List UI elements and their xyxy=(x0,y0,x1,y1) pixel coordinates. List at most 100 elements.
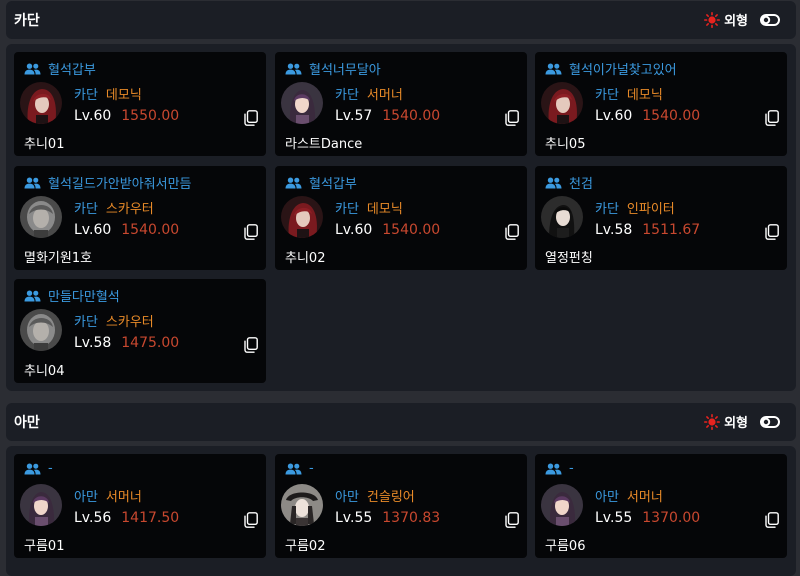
character-name: 구름01 xyxy=(24,539,65,554)
character-card[interactable]: 혈석길드가안받아줘서만듬 카단 스카우터 Lv.60 1540.00 멸화기원1호 xyxy=(14,166,266,270)
character-card[interactable]: 천검 카단 인파이터 Lv.58 1511.67 열정펀칭 xyxy=(535,166,787,270)
item-level: 1540.00 xyxy=(382,222,441,238)
section-body-aman: - 아만 서머너 Lv.56 1417.50 구름01 - 아만 건슬링어 Lv.55… xyxy=(6,446,796,576)
party-row: 혈석갑부 xyxy=(285,173,357,192)
copy-icon[interactable] xyxy=(765,512,779,528)
party-row: - xyxy=(285,461,314,476)
character-name: 추니05 xyxy=(545,137,586,152)
party-name: - xyxy=(48,461,53,476)
party-name: 만들다만혈석 xyxy=(48,290,120,305)
character-name: 구름06 xyxy=(545,539,586,554)
character-card[interactable]: - 아만 건슬링어 Lv.55 1370.83 구름02 xyxy=(275,454,527,558)
character-level: Lv.60 xyxy=(595,108,633,124)
users-icon xyxy=(285,63,302,74)
character-level: Lv.60 xyxy=(74,108,112,124)
copy-icon[interactable] xyxy=(244,224,258,240)
character-card[interactable]: 혈석갑부 카단 데모닉 Lv.60 1550.00 추니01 xyxy=(14,52,266,156)
character-name: 라스트Dance xyxy=(285,137,363,152)
character-name: 추니01 xyxy=(24,137,65,152)
class-name: 서머너 xyxy=(366,88,403,103)
party-row: 혈석갑부 xyxy=(24,59,96,78)
toggle-icon[interactable] xyxy=(760,13,780,26)
copy-icon[interactable] xyxy=(765,224,779,240)
section-title: 카단 xyxy=(14,13,40,29)
class-name: 스카우터 xyxy=(105,202,154,217)
copy-icon[interactable] xyxy=(505,110,519,126)
appearance-mode-toggle[interactable]: 외형 xyxy=(704,412,780,431)
server-name: 카단 xyxy=(595,202,619,217)
character-avatar xyxy=(20,82,62,124)
section-header-kadan: 카단 외형 xyxy=(6,1,796,39)
users-icon xyxy=(24,63,41,74)
level-row: Lv.56 1417.50 xyxy=(74,510,179,526)
copy-icon[interactable] xyxy=(244,337,258,353)
party-row: 천검 xyxy=(545,173,593,192)
character-avatar xyxy=(541,82,583,124)
character-level: Lv.56 xyxy=(74,510,112,526)
server-name: 카단 xyxy=(74,202,98,217)
level-row: Lv.60 1540.00 xyxy=(595,108,700,124)
section-title: 아만 xyxy=(14,415,40,431)
toggle-icon[interactable] xyxy=(760,415,780,428)
character-level: Lv.57 xyxy=(335,108,373,124)
character-card[interactable]: - 아만 서머너 Lv.56 1417.50 구름01 xyxy=(14,454,266,558)
server-class-row: 카단 스카우터 xyxy=(74,198,154,217)
character-name: 구름02 xyxy=(285,539,326,554)
class-name: 스카우터 xyxy=(105,315,154,330)
character-name: 열정펀칭 xyxy=(545,251,593,266)
party-name: 혈석갑부 xyxy=(309,177,357,192)
character-card[interactable]: 혈석이가널찾고있어 카단 데모닉 Lv.60 1540.00 추니05 xyxy=(535,52,787,156)
mode-label: 외형 xyxy=(724,416,748,431)
party-name: - xyxy=(309,461,314,476)
copy-icon[interactable] xyxy=(244,512,258,528)
class-name: 데모닉 xyxy=(366,202,403,217)
item-level: 1540.00 xyxy=(121,222,180,238)
level-row: Lv.58 1475.00 xyxy=(74,335,179,351)
character-avatar xyxy=(281,484,323,526)
character-card[interactable]: - 아만 서머너 Lv.55 1370.00 구름06 xyxy=(535,454,787,558)
character-name: 멸화기원1호 xyxy=(24,251,93,266)
party-row: 혈석길드가안받아줘서만듬 xyxy=(24,173,192,192)
party-row: - xyxy=(545,461,574,476)
level-row: Lv.60 1550.00 xyxy=(74,108,179,124)
class-name: 데모닉 xyxy=(105,88,142,103)
level-row: Lv.55 1370.83 xyxy=(335,510,440,526)
character-card[interactable]: 혈석너무달아 카단 서머너 Lv.57 1540.00 라스트Dance xyxy=(275,52,527,156)
copy-icon[interactable] xyxy=(244,110,258,126)
server-class-row: 카단 스카우터 xyxy=(74,311,154,330)
sun-icon xyxy=(704,413,721,430)
party-row: 혈석너무달아 xyxy=(285,59,381,78)
copy-icon[interactable] xyxy=(765,110,779,126)
server-class-row: 아만 건슬링어 xyxy=(335,486,415,505)
users-icon xyxy=(24,463,41,474)
server-class-row: 카단 데모닉 xyxy=(335,198,403,217)
character-card[interactable]: 만들다만혈석 카단 스카우터 Lv.58 1475.00 추니04 xyxy=(14,279,266,383)
character-avatar xyxy=(20,196,62,238)
character-level: Lv.58 xyxy=(74,335,112,351)
class-name: 서머너 xyxy=(105,490,142,505)
party-name: - xyxy=(569,461,574,476)
copy-icon[interactable] xyxy=(505,512,519,528)
users-icon xyxy=(24,290,41,301)
item-level: 1475.00 xyxy=(121,335,180,351)
server-name: 카단 xyxy=(74,315,98,330)
character-avatar xyxy=(20,484,62,526)
item-level: 1417.50 xyxy=(121,510,180,526)
server-class-row: 카단 데모닉 xyxy=(595,84,663,103)
level-row: Lv.55 1370.00 xyxy=(595,510,700,526)
party-row: 혈석이가널찾고있어 xyxy=(545,59,677,78)
level-row: Lv.58 1511.67 xyxy=(595,222,700,238)
section-header-aman: 아만 외형 xyxy=(6,403,796,441)
item-level: 1370.00 xyxy=(642,510,701,526)
class-name: 건슬링어 xyxy=(366,490,415,505)
character-name: 추니04 xyxy=(24,364,65,379)
appearance-mode-toggle[interactable]: 외형 xyxy=(704,10,780,29)
party-name: 혈석너무달아 xyxy=(309,63,381,78)
party-name: 혈석갑부 xyxy=(48,63,96,78)
users-icon xyxy=(24,177,41,188)
character-avatar xyxy=(281,82,323,124)
character-level: Lv.60 xyxy=(335,222,373,238)
character-card[interactable]: 혈석갑부 카단 데모닉 Lv.60 1540.00 추니02 xyxy=(275,166,527,270)
copy-icon[interactable] xyxy=(505,224,519,240)
server-class-row: 카단 인파이터 xyxy=(595,198,675,217)
